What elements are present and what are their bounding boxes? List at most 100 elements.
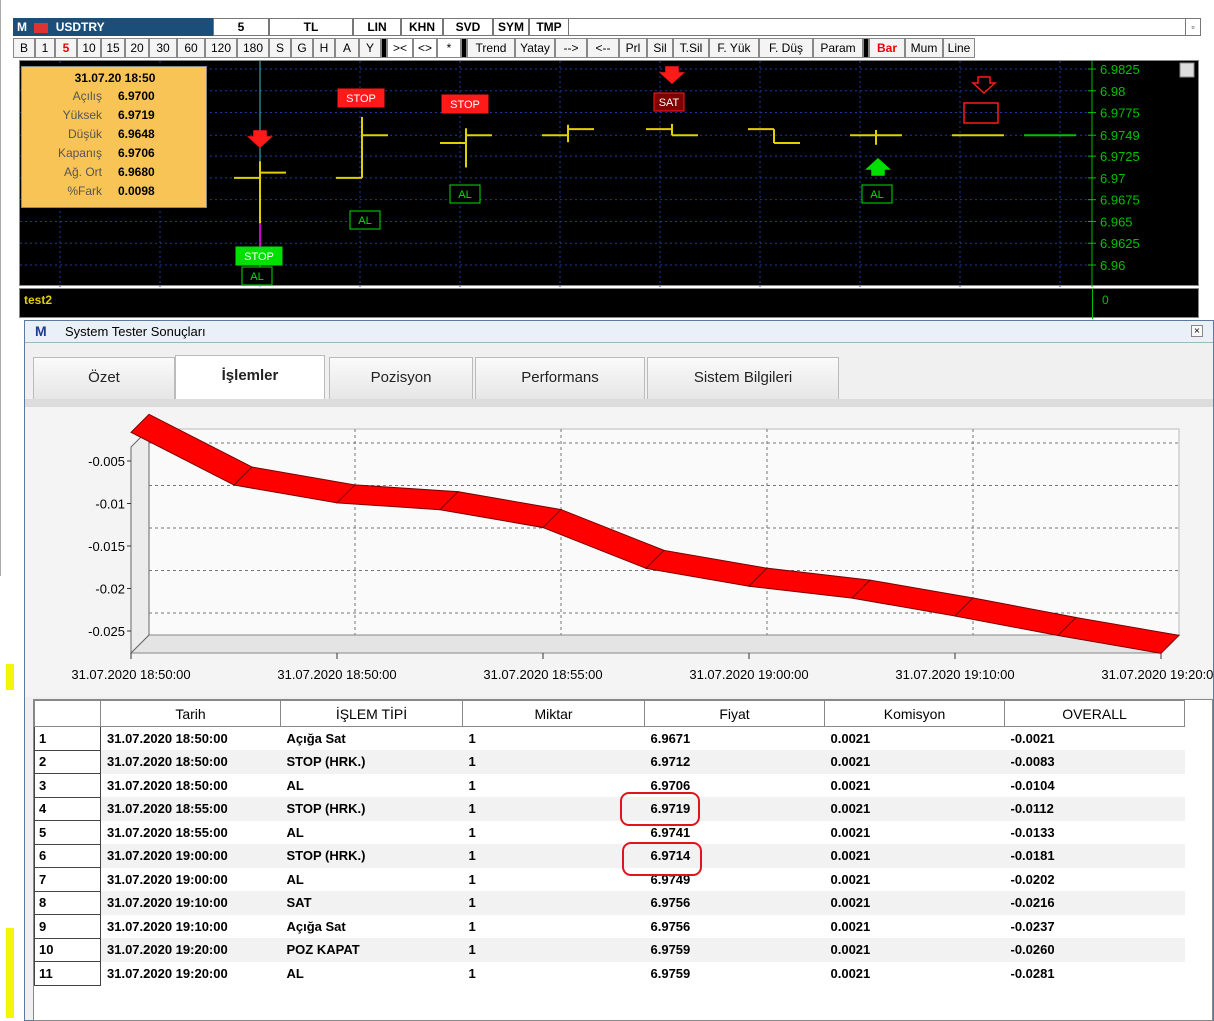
chart-menu-icon[interactable] <box>1179 62 1195 78</box>
toolbar-button-s[interactable]: S <box>269 38 291 58</box>
toolbar-button-[interactable]: --> <box>555 38 587 58</box>
toolbar-button-trend[interactable]: Trend <box>467 38 515 58</box>
info-value: 6.9700 <box>118 89 155 103</box>
svd-button[interactable]: SVD <box>443 18 493 36</box>
toolbar-button-a[interactable]: A <box>335 38 359 58</box>
tab-sistem-bilgileri[interactable]: Sistem Bilgileri <box>647 357 839 399</box>
column-header[interactable]: Miktar <box>462 700 645 727</box>
toolbar-button-bar[interactable]: Bar <box>869 38 905 58</box>
al-signal-text: AL <box>458 189 471 201</box>
table-row[interactable]: 7 31.07.2020 19:00:00 AL 1 6.9749 0.0021 -0.02… <box>34 867 1185 892</box>
commission-cell: 0.0021 <box>830 824 871 840</box>
toolbar-button-120[interactable]: 120 <box>205 38 237 58</box>
toolbar-button-60[interactable]: 60 <box>177 38 205 58</box>
restore-icon[interactable]: ▫ <box>1185 18 1201 36</box>
toolbar-button-[interactable]: >< <box>387 38 413 58</box>
type-cell: SAT <box>280 891 463 915</box>
type-cell: AL <box>286 871 304 887</box>
side-marker <box>6 664 14 690</box>
toolbar-button-[interactable]: <-- <box>587 38 619 58</box>
column-header[interactable]: OVERALL <box>1004 700 1185 727</box>
price-cell: 6.9671 <box>650 731 691 746</box>
table-row[interactable]: 6 31.07.2020 19:00:00 STOP (HRK.) 1 6.9714 0.… <box>34 843 1185 868</box>
toolbar-button-fd[interactable]: F. Düş <box>759 38 813 58</box>
stop-signal-text: STOP <box>244 251 274 263</box>
toolbar-button-180[interactable]: 180 <box>237 38 269 58</box>
tab-ozet[interactable]: Özet <box>33 357 175 399</box>
tab-islemler[interactable]: İşlemler <box>175 355 325 399</box>
info-row: %Fark 0.0098 <box>28 182 202 200</box>
column-header[interactable] <box>34 700 101 727</box>
lin-button[interactable]: LIN <box>353 18 401 36</box>
date-cell: 31.07.2020 19:00:00 <box>107 871 228 887</box>
toolbar-button-y[interactable]: Y <box>359 38 381 58</box>
date-cell: 31.07.2020 19:00:00 <box>100 844 281 868</box>
tab-pozisyon[interactable]: Pozisyon <box>329 357 473 399</box>
info-row: Açılış 6.9700 <box>28 87 202 105</box>
toolbar-button-yatay[interactable]: Yatay <box>515 38 555 58</box>
currency-selector[interactable]: TL <box>269 18 353 36</box>
date-cell: 31.07.2020 18:55:00 <box>100 797 281 821</box>
toolbar-button-10[interactable]: 10 <box>77 38 101 58</box>
symbol-box[interactable]: M USDTRY <box>13 18 213 36</box>
timeframe-toolbar: B 1 5 10 15 20 30 60 120 180 S G H A Y >< <> * Trend Yatay -… <box>13 38 1201 58</box>
tab-performans[interactable]: Performans <box>475 357 645 399</box>
toolbar-button-param[interactable]: Param <box>813 38 863 58</box>
info-row: Kapanış 6.9706 <box>28 144 202 162</box>
toolbar-button-line[interactable]: Line <box>943 38 975 58</box>
date-cell: 31.07.2020 19:10:00 <box>100 891 281 915</box>
date-cell: 31.07.2020 19:20:00 <box>100 938 281 962</box>
table-row[interactable]: 1 31.07.2020 18:50:00 Açığa Sat 1 6.9671 0.00… <box>34 726 1185 751</box>
overall-cell: -0.0021 <box>1010 731 1055 746</box>
bar-datetime: 31.07.20 18:50 <box>74 71 156 85</box>
price-axis-label: 6.9825 <box>1100 62 1140 77</box>
toolbar-button-15[interactable]: 15 <box>101 38 125 58</box>
price-cell: 6.9759 <box>644 938 825 962</box>
column-header[interactable]: İŞLEM TİPİ <box>280 700 463 727</box>
toolbar-button-tsil[interactable]: T.Sil <box>673 38 709 58</box>
close-icon[interactable]: × <box>1191 325 1203 337</box>
tmp-button[interactable]: TMP <box>529 18 569 36</box>
table-row[interactable]: 3 31.07.2020 18:50:00 AL 1 6.9706 0.0021 -0.01… <box>34 773 1185 798</box>
overall-cell: -0.0112 <box>1004 797 1185 821</box>
toolbar-button-sil[interactable]: Sil <box>647 38 673 58</box>
graph-back-wall <box>148 428 1180 636</box>
info-value: 6.9680 <box>118 165 155 179</box>
toolbar-button-g[interactable]: G <box>291 38 313 58</box>
type-cell: STOP (HRK.) <box>280 797 463 821</box>
quantity-cell: 1 <box>462 938 645 962</box>
x-tick-label: 31.07.2020 18:50:00 <box>277 667 396 682</box>
column-header[interactable]: Komisyon <box>824 700 1005 727</box>
table-row[interactable]: 11 31.07.2020 19:20:00 AL 1 6.9759 0.0021 -0.0… <box>34 961 1185 986</box>
toolbar-button-b[interactable]: B <box>13 38 35 58</box>
table-row[interactable]: 8 31.07.2020 19:10:00 SAT 1 6.9756 0.0021 -0.0… <box>34 890 1185 915</box>
toolbar-button-h[interactable]: H <box>313 38 335 58</box>
indicator-panel[interactable]: test2 0 <box>19 288 1199 319</box>
toolbar-button-20[interactable]: 20 <box>125 38 149 58</box>
toolbar-button-[interactable]: <> <box>413 38 437 58</box>
price-axis-label: 6.97 <box>1100 171 1125 186</box>
bar-info-box: 31.07.20 18:50 Açılış 6.9700 Yüksek 6.9719 D… <box>21 66 207 208</box>
column-header[interactable]: Fiyat <box>644 700 825 727</box>
table-row[interactable]: 4 31.07.2020 18:55:00 STOP (HRK.) 1 6.9719 0.… <box>34 796 1185 821</box>
table-row[interactable]: 5 31.07.2020 18:55:00 AL 1 6.9741 0.0021 -0.01… <box>34 820 1185 845</box>
table-row[interactable]: 10 31.07.2020 19:20:00 POZ KAPAT 1 6.9759 0.0… <box>34 937 1185 962</box>
table-row[interactable]: 2 31.07.2020 18:50:00 STOP (HRK.) 1 6.9712 0.… <box>34 749 1185 774</box>
equity-graph-svg: -0.005 -0.01 -0.015 -0.02 -0.025 31.07.2020 1… <box>71 413 1213 682</box>
quantity-cell: 1 <box>468 777 476 793</box>
row-number: 1 <box>34 726 101 751</box>
table-row[interactable]: 9 31.07.2020 19:10:00 Açığa Sat 1 6.9756 0.00… <box>34 914 1185 939</box>
toolbar-button-5[interactable]: 5 <box>55 38 77 58</box>
toolbar-button-1[interactable]: 1 <box>35 38 55 58</box>
toolbar-button-mum[interactable]: Mum <box>905 38 943 58</box>
khn-button[interactable]: KHN <box>401 18 443 36</box>
toolbar-button-fyk[interactable]: F. Yük <box>709 38 759 58</box>
sym-button[interactable]: SYM <box>493 18 529 36</box>
price-cell: 6.9759 <box>650 965 691 981</box>
toolbar-button-[interactable]: * <box>437 38 461 58</box>
type-cell: AL <box>286 777 304 793</box>
period-selector[interactable]: 5 <box>213 18 269 36</box>
column-header[interactable]: Tarih <box>100 700 281 727</box>
toolbar-button-prl[interactable]: Prl <box>619 38 647 58</box>
toolbar-button-30[interactable]: 30 <box>149 38 177 58</box>
